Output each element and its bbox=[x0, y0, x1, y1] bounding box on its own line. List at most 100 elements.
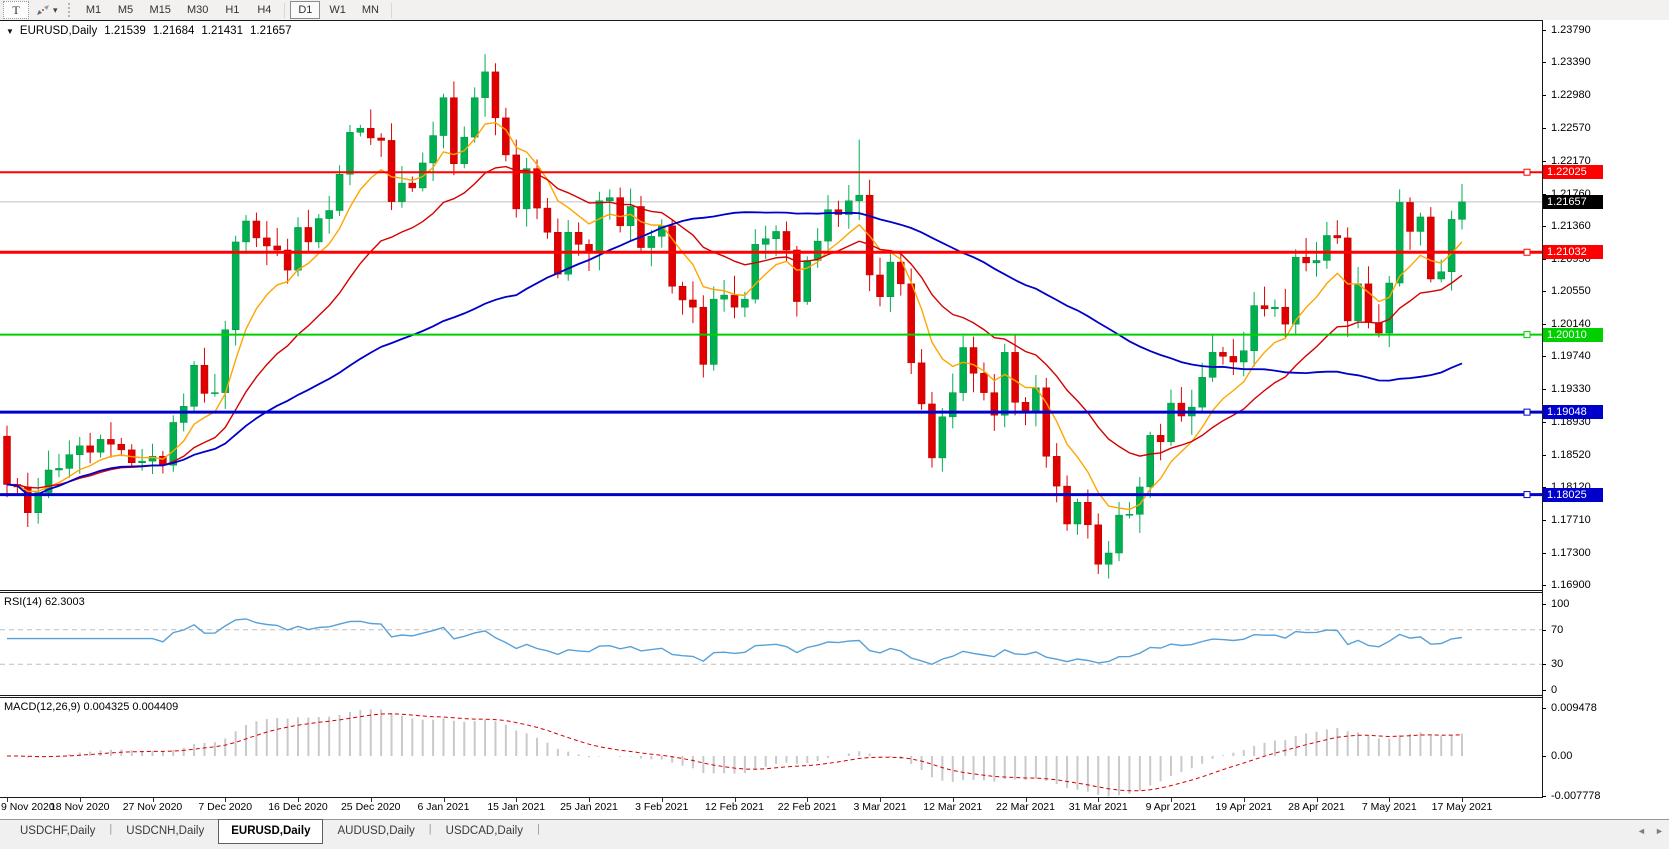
price-axis-tick bbox=[1542, 291, 1546, 292]
timeframe-button-m15[interactable]: M15 bbox=[143, 1, 178, 19]
price-axis-tick bbox=[1542, 585, 1546, 586]
price-axis-value: 1.18520 bbox=[1551, 449, 1621, 461]
rsi-axis-value: 0 bbox=[1551, 684, 1621, 696]
price-axis-tick bbox=[1542, 62, 1546, 63]
chart-tab-audusd[interactable]: AUDUSD,Daily bbox=[325, 821, 426, 842]
macd-panel[interactable] bbox=[0, 698, 1542, 797]
candles bbox=[4, 54, 1466, 578]
tab-divider: | bbox=[429, 823, 432, 835]
rsi-axis-tick bbox=[1542, 604, 1546, 605]
price-line-badge: 1.20010 bbox=[1543, 328, 1603, 342]
price-axis-tick bbox=[1542, 389, 1546, 390]
price-axis-value: 1.16900 bbox=[1551, 579, 1621, 591]
mt4-window: T ▾ M1M5M15M30H1H4D1W1MN ▼ EURUSD,Daily … bbox=[0, 0, 1669, 849]
date-axis-value: 19 Apr 2021 bbox=[1204, 801, 1284, 813]
panel-separator[interactable] bbox=[0, 695, 1543, 696]
rsi-axis-tick bbox=[1542, 630, 1546, 631]
price-axis-tick bbox=[1542, 520, 1546, 521]
date-axis-value: 3 Feb 2021 bbox=[622, 801, 702, 813]
tab-scroll-left-icon[interactable]: ◄ bbox=[1637, 826, 1646, 836]
macd-axis-tick bbox=[1542, 756, 1546, 757]
toolbar-grip[interactable] bbox=[68, 3, 73, 17]
macd-axis-value: -0.007778 bbox=[1551, 790, 1621, 802]
date-axis-value: 27 Nov 2020 bbox=[113, 801, 193, 813]
rsi-panel[interactable] bbox=[0, 593, 1542, 695]
price-line-badge: 1.19048 bbox=[1543, 405, 1603, 419]
timeframe-button-m1[interactable]: M1 bbox=[79, 1, 109, 19]
pointer-cycle-icon bbox=[35, 4, 51, 16]
date-axis-value: 22 Feb 2021 bbox=[767, 801, 847, 813]
date-axis-value: 7 May 2021 bbox=[1349, 801, 1429, 813]
rsi-axis-tick bbox=[1542, 690, 1546, 691]
line-handle[interactable] bbox=[1524, 409, 1530, 415]
price-axis-tick bbox=[1542, 161, 1546, 162]
toolbar-separator bbox=[391, 3, 392, 18]
price-axis-tick bbox=[1542, 30, 1546, 31]
chevron-down-icon: ▾ bbox=[53, 5, 58, 16]
date-axis-value: 6 Jan 2021 bbox=[404, 801, 484, 813]
timeframe-button-h4[interactable]: H4 bbox=[249, 1, 279, 19]
bid-price-badge: 1.21657 bbox=[1543, 195, 1603, 209]
macd-axis-tick bbox=[1542, 708, 1546, 709]
panel-separator[interactable] bbox=[0, 590, 1543, 591]
date-axis-value: 12 Mar 2021 bbox=[913, 801, 993, 813]
timeframe-button-h1[interactable]: H1 bbox=[217, 1, 247, 19]
macd-axis-value: 0.00 bbox=[1551, 750, 1621, 762]
timeframe-button-w1[interactable]: W1 bbox=[322, 1, 353, 19]
timeframe-button-mn[interactable]: MN bbox=[355, 1, 386, 19]
price-axis-value: 1.23790 bbox=[1551, 24, 1621, 36]
date-axis-value: 17 May 2021 bbox=[1422, 801, 1502, 813]
tab-divider: | bbox=[109, 823, 112, 835]
chart-tab-usdcad[interactable]: USDCAD,Daily bbox=[434, 821, 535, 842]
rsi-axis-value: 70 bbox=[1551, 624, 1621, 636]
tab-scroll-right-icon[interactable]: ► bbox=[1655, 826, 1664, 836]
timeframe-group: M1M5M15M30H1H4 D1W1MN bbox=[78, 1, 396, 19]
timeframe-button-m5[interactable]: M5 bbox=[111, 1, 141, 19]
chart-tab-eurusd[interactable]: EURUSD,Daily bbox=[218, 819, 323, 844]
price-axis-tick bbox=[1542, 455, 1546, 456]
pointer-cycle-button[interactable]: ▾ bbox=[31, 1, 62, 19]
rsi-axis-value: 30 bbox=[1551, 658, 1621, 670]
toolbar-separator bbox=[284, 3, 285, 18]
date-axis-value: 12 Feb 2021 bbox=[695, 801, 775, 813]
price-axis-value: 1.22570 bbox=[1551, 122, 1621, 134]
chart-tab-bar: USDCHF,Daily|USDCNH,DailyEURUSD,DailyAUD… bbox=[0, 819, 1669, 849]
price-axis-tick bbox=[1542, 422, 1546, 423]
line-handle[interactable] bbox=[1524, 169, 1530, 175]
price-axis-value: 1.19740 bbox=[1551, 350, 1621, 362]
date-axis-value: 22 Mar 2021 bbox=[986, 801, 1066, 813]
rsi-axis-value: 100 bbox=[1551, 598, 1621, 610]
date-axis-value: 15 Jan 2021 bbox=[476, 801, 556, 813]
main-chart-panel[interactable] bbox=[0, 22, 1542, 590]
price-axis-value: 1.17710 bbox=[1551, 514, 1621, 526]
tab-divider: | bbox=[537, 823, 540, 835]
macd-axis-value: 0.009478 bbox=[1551, 702, 1621, 714]
chart-tab-usdcnh[interactable]: USDCNH,Daily bbox=[114, 821, 216, 842]
text-tool-button[interactable]: T bbox=[3, 1, 29, 19]
date-axis-value: 3 Mar 2021 bbox=[840, 801, 920, 813]
price-axis-tick bbox=[1542, 324, 1546, 325]
price-axis-value: 1.22980 bbox=[1551, 89, 1621, 101]
price-line-badge: 1.21032 bbox=[1543, 245, 1603, 259]
line-handle[interactable] bbox=[1524, 332, 1530, 338]
line-handle[interactable] bbox=[1524, 249, 1530, 255]
price-line-badge: 1.18025 bbox=[1543, 488, 1603, 502]
rsi-line bbox=[7, 619, 1462, 664]
price-axis-value: 1.19330 bbox=[1551, 383, 1621, 395]
date-axis-value: 7 Dec 2020 bbox=[185, 801, 265, 813]
price-axis-value: 1.17300 bbox=[1551, 547, 1621, 559]
macd-axis-tick bbox=[1542, 796, 1546, 797]
price-axis-tick bbox=[1542, 95, 1546, 96]
chart-tab-usdchf[interactable]: USDCHF,Daily bbox=[8, 821, 107, 842]
date-axis-value: 25 Dec 2020 bbox=[331, 801, 411, 813]
price-axis-tick bbox=[1542, 553, 1546, 554]
timeframe-button-m30[interactable]: M30 bbox=[180, 1, 215, 19]
date-axis-value: 18 Nov 2020 bbox=[40, 801, 120, 813]
date-axis-value: 28 Apr 2021 bbox=[1277, 801, 1357, 813]
price-line-badge: 1.22025 bbox=[1543, 165, 1603, 179]
price-axis-tick bbox=[1542, 356, 1546, 357]
line-handle[interactable] bbox=[1524, 492, 1530, 498]
timeframe-button-d1[interactable]: D1 bbox=[290, 1, 320, 19]
price-axis-value: 1.21360 bbox=[1551, 220, 1621, 232]
tabs: USDCHF,Daily|USDCNH,DailyEURUSD,DailyAUD… bbox=[8, 820, 540, 844]
